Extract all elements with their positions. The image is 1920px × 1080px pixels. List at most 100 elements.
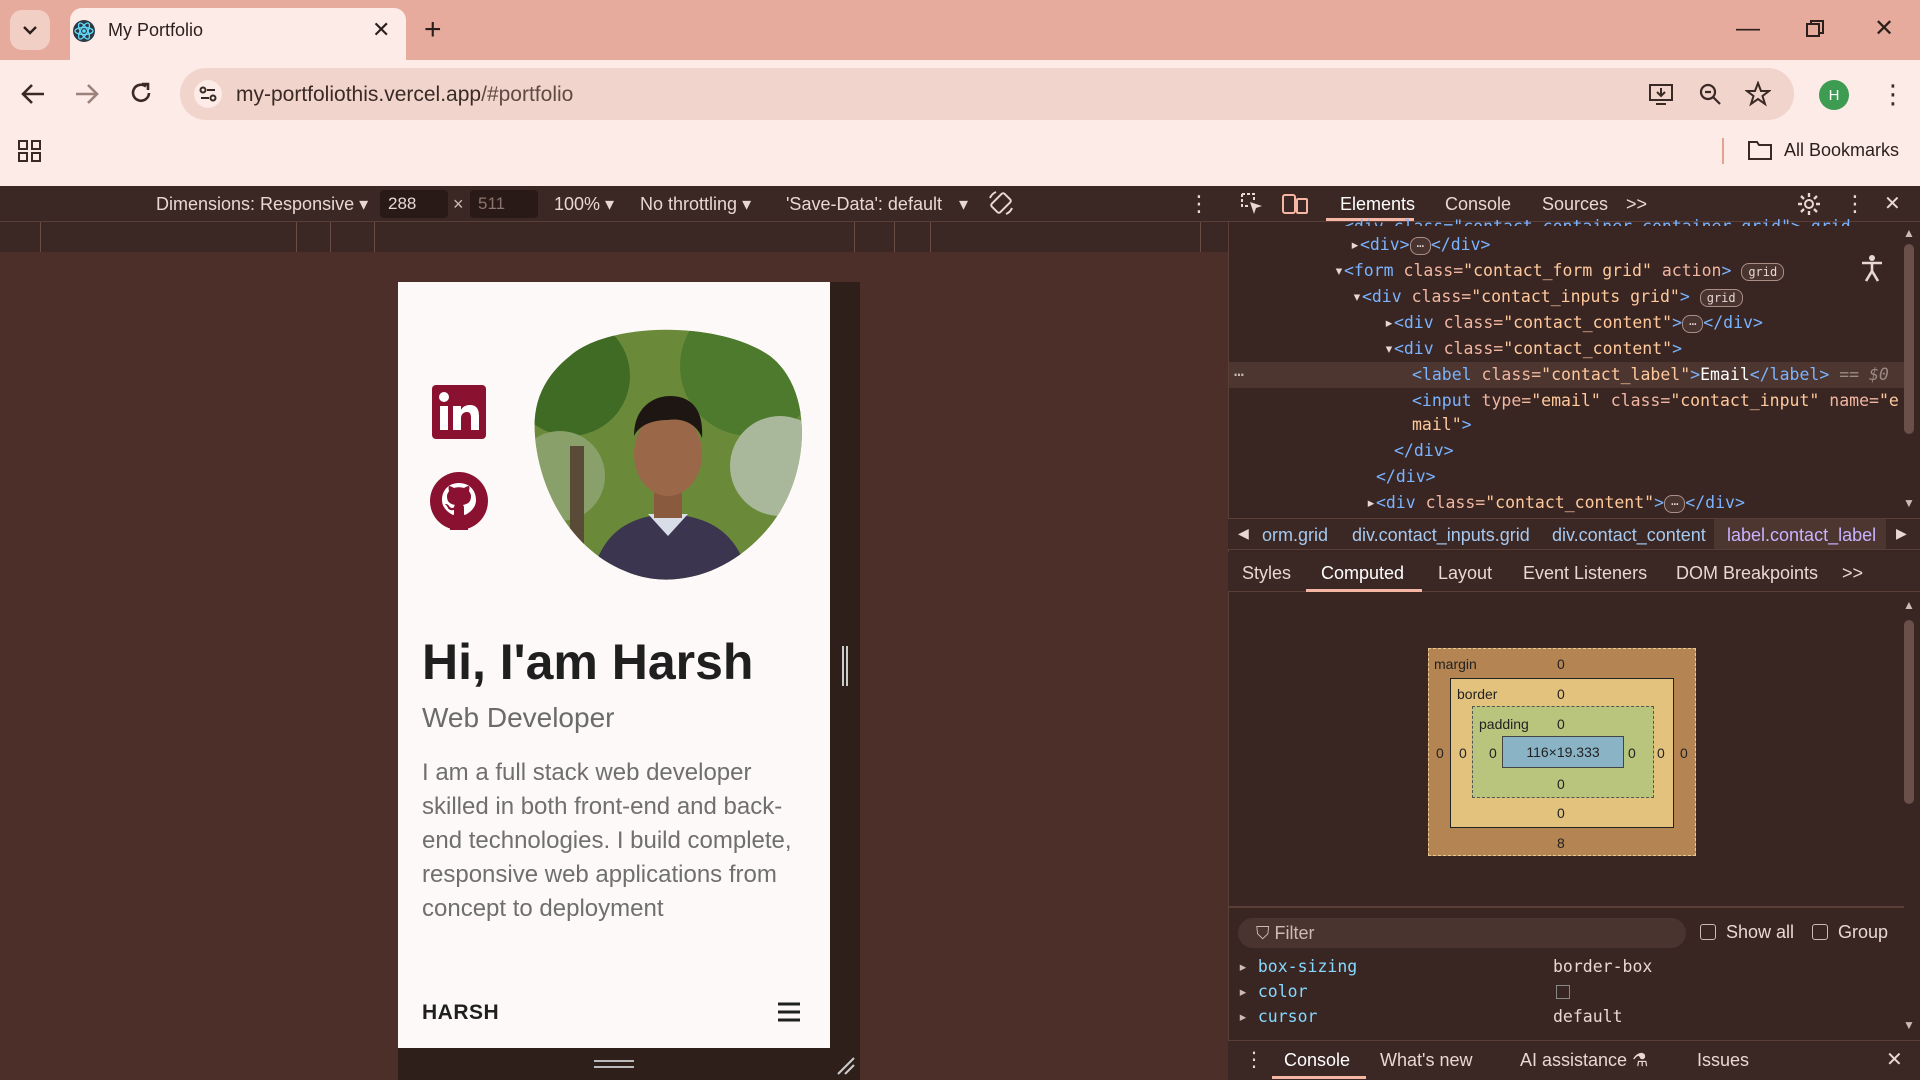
breadcrumb-item[interactable]: div.contact_inputs.grid [1352, 523, 1530, 547]
close-tab-icon[interactable]: ✕ [372, 16, 390, 44]
tab-search-button[interactable] [10, 10, 50, 50]
resize-handle-icon[interactable] [842, 646, 848, 686]
close-drawer-icon[interactable]: ✕ [1886, 1048, 1903, 1072]
scroll-up-icon[interactable]: ▲ [1903, 598, 1915, 612]
tab-elements[interactable]: Elements [1340, 192, 1415, 216]
apps-grid-icon[interactable] [18, 140, 42, 162]
bookmark-star-icon[interactable] [1745, 81, 1771, 107]
dom-line[interactable]: ▸<div class="contact_content"> ⋯ </div> [1366, 490, 1745, 516]
url-text[interactable]: my-portfoliothis.vercel.app/#portfolio [236, 82, 573, 108]
rotate-icon[interactable] [988, 190, 1014, 216]
dom-line[interactable]: ▾<div class="contact_content"> [1384, 336, 1682, 362]
nav-brand[interactable]: HARSH [422, 1000, 499, 1026]
back-arrow-icon[interactable] [20, 82, 46, 106]
more-subtabs-icon[interactable]: >> [1842, 561, 1863, 585]
linkedin-icon[interactable] [432, 385, 486, 439]
breadcrumb-item-active[interactable]: label.contact_label [1727, 523, 1876, 547]
github-icon[interactable] [430, 472, 488, 530]
zoom-icon[interactable] [1698, 82, 1722, 106]
accessibility-icon[interactable] [1860, 254, 1884, 282]
border-right[interactable]: 0 [1657, 744, 1665, 762]
drawer-menu-icon[interactable]: ⋮ [1244, 1048, 1264, 1072]
property-row[interactable]: ▸ cursor [1238, 1005, 1317, 1029]
profile-avatar[interactable]: H [1819, 80, 1849, 110]
window-close-icon[interactable]: ✕ [1874, 14, 1894, 44]
border-left[interactable]: 0 [1459, 744, 1467, 762]
forward-arrow-icon[interactable] [74, 82, 100, 106]
drawer-tab-console[interactable]: Console [1284, 1048, 1350, 1072]
height-input[interactable]: 511 [470, 190, 538, 218]
row-ellipsis-icon[interactable]: ⋯ [1234, 362, 1244, 388]
more-tabs-icon[interactable]: >> [1626, 192, 1647, 216]
padding-right[interactable]: 0 [1628, 744, 1636, 762]
computed-scrollbar[interactable] [1904, 620, 1914, 804]
property-row[interactable]: ▸ color [1238, 980, 1308, 1004]
dom-line[interactable]: mail"> [1412, 412, 1472, 438]
save-data-dropdown[interactable]: 'Save-Data': default ▾ [786, 192, 968, 216]
dom-line[interactable]: ▸<div> ⋯ </div> [1350, 232, 1490, 258]
dom-line-selected[interactable]: <label class="contact_label">Email</labe… [1412, 362, 1889, 388]
device-toggle-icon[interactable] [1282, 192, 1308, 216]
show-all-checkbox[interactable] [1700, 924, 1716, 940]
dom-line[interactable]: </div> [1394, 438, 1454, 464]
margin-right[interactable]: 0 [1680, 744, 1688, 762]
devtools-menu-icon[interactable]: ⋮ [1844, 192, 1866, 216]
reload-icon[interactable] [128, 80, 154, 106]
hamburger-menu-icon[interactable] [776, 1000, 802, 1024]
margin-bottom[interactable]: 8 [1557, 834, 1565, 852]
grid-badge[interactable]: grid [1699, 288, 1743, 307]
scroll-up-icon[interactable]: ▲ [1903, 226, 1915, 240]
drawer-tab-whats-new[interactable]: What's new [1380, 1048, 1472, 1072]
drawer-tab-ai-assistance[interactable]: AI assistance ⚗ [1520, 1048, 1648, 1072]
color-swatch[interactable] [1556, 985, 1570, 999]
border-top[interactable]: 0 [1557, 685, 1565, 703]
install-app-icon[interactable] [1648, 82, 1674, 106]
box-model-content[interactable]: 116×19.333 [1502, 736, 1624, 768]
breadcrumb-left-icon[interactable]: ◀ [1238, 520, 1249, 546]
padding-bottom[interactable]: 0 [1557, 775, 1565, 793]
new-tab-icon[interactable]: + [424, 12, 442, 48]
dom-line[interactable]: <input type="email" class="contact_input… [1412, 388, 1899, 414]
dom-scrollbar[interactable] [1904, 244, 1914, 434]
padding-top[interactable]: 0 [1557, 715, 1565, 733]
tab-sources[interactable]: Sources [1542, 192, 1608, 216]
tab-dom-breakpoints[interactable]: DOM Breakpoints [1676, 561, 1818, 585]
scroll-down-icon[interactable]: ▼ [1903, 496, 1915, 510]
bottom-resize-icon[interactable] [594, 1060, 634, 1068]
width-input[interactable]: 288 [380, 190, 448, 218]
tab-event-listeners[interactable]: Event Listeners [1523, 561, 1647, 585]
drawer-tab-issues[interactable]: Issues [1697, 1048, 1749, 1072]
tab-console[interactable]: Console [1445, 192, 1511, 216]
margin-top[interactable]: 0 [1557, 655, 1565, 673]
grid-badge[interactable]: grid [1741, 262, 1785, 281]
filter-input[interactable]: ⛉ Filter [1238, 918, 1686, 948]
all-bookmarks[interactable]: All Bookmarks [1784, 138, 1899, 162]
throttling-dropdown[interactable]: No throttling ▾ [640, 192, 751, 216]
tab-layout[interactable]: Layout [1438, 561, 1492, 585]
dom-line[interactable]: ▾<form class="contact_form grid" action>… [1334, 258, 1785, 284]
dimensions-dropdown[interactable]: Dimensions: Responsive ▾ [156, 192, 368, 216]
tab-computed[interactable]: Computed [1321, 561, 1404, 585]
site-settings-icon[interactable] [194, 80, 222, 108]
breadcrumb-item[interactable]: div.contact_content [1552, 523, 1706, 547]
breadcrumb-right-icon[interactable]: ▶ [1896, 520, 1907, 546]
margin-left[interactable]: 0 [1436, 744, 1444, 762]
restore-icon[interactable] [1806, 20, 1824, 38]
kebab-menu-icon[interactable]: ⋮ [1880, 80, 1906, 108]
group-checkbox[interactable] [1812, 924, 1828, 940]
close-devtools-icon[interactable]: ✕ [1884, 192, 1901, 216]
zoom-dropdown[interactable]: 100% ▾ [554, 192, 614, 216]
scroll-down-icon[interactable]: ▼ [1903, 1018, 1915, 1032]
breadcrumb-item[interactable]: orm.grid [1262, 523, 1328, 547]
device-more-icon[interactable]: ⋮ [1188, 192, 1210, 216]
dom-line[interactable]: ▾<div class="contact_inputs grid"> grid [1352, 284, 1743, 310]
tab-styles[interactable]: Styles [1242, 561, 1291, 585]
corner-resize-icon[interactable] [834, 1054, 856, 1076]
minimize-icon[interactable]: — [1736, 14, 1760, 44]
inspect-element-icon[interactable] [1240, 192, 1264, 216]
padding-left[interactable]: 0 [1489, 744, 1497, 762]
dom-line[interactable]: </div> [1376, 464, 1436, 490]
border-bottom[interactable]: 0 [1557, 804, 1565, 822]
dom-line[interactable]: ▸<div class="contact_content"> ⋯ </div> [1384, 310, 1763, 336]
property-row[interactable]: ▸ box-sizing [1238, 955, 1357, 979]
